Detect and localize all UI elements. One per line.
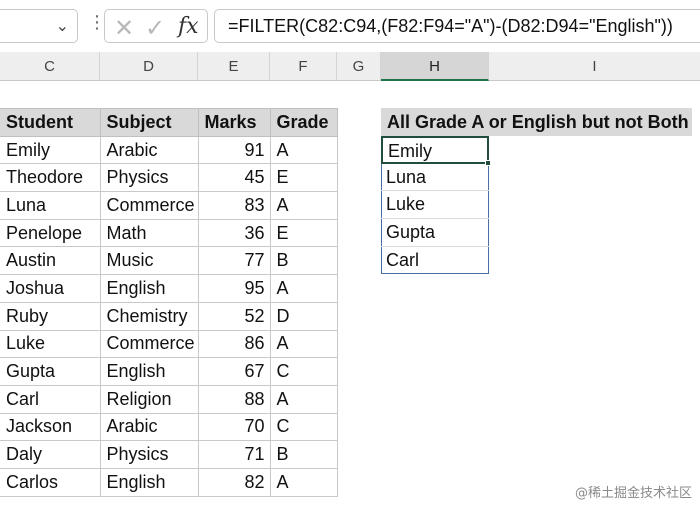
cell-grade[interactable]: E <box>269 218 338 248</box>
column-header-f[interactable]: F <box>270 52 337 81</box>
cell-subject[interactable]: Physics <box>99 440 199 469</box>
cell-marks[interactable]: 71 <box>197 440 271 469</box>
header-grade[interactable]: Grade <box>269 108 338 137</box>
cell-student[interactable]: Emily <box>0 135 101 165</box>
cell-subject[interactable]: Arabic <box>99 412 199 442</box>
column-header-d[interactable]: D <box>100 52 198 81</box>
cell-student[interactable]: Luke <box>0 329 101 359</box>
table-row: Luna Commerce 83 A <box>0 191 338 220</box>
chevron-down-icon[interactable]: ⌄ <box>56 16 69 35</box>
formula-buttons: ✕ ✓ fx <box>104 9 208 43</box>
insert-function-icon[interactable]: fx <box>178 14 199 39</box>
cell-subject[interactable]: Math <box>99 218 199 248</box>
cell-grade[interactable]: C <box>269 412 338 442</box>
cell-student[interactable]: Carlos <box>0 467 101 497</box>
result-header[interactable]: All Grade A or English but not Both <box>381 108 692 136</box>
cell-student[interactable]: Theodore <box>0 163 101 193</box>
cell-marks[interactable]: 82 <box>197 467 271 497</box>
header-student[interactable]: Student <box>0 108 101 137</box>
table-row: Daly Physics 71 B <box>0 440 338 469</box>
column-header-e[interactable]: E <box>198 52 270 81</box>
fill-handle[interactable] <box>485 160 491 166</box>
cell-student[interactable]: Jackson <box>0 412 101 442</box>
cell-student[interactable]: Carl <box>0 384 101 414</box>
cell-marks[interactable]: 83 <box>197 191 271 220</box>
name-box[interactable]: ⌄ <box>0 9 78 43</box>
table-header-row: Student Subject Marks Grade <box>0 108 338 137</box>
cell-grade[interactable]: B <box>269 440 338 469</box>
cell-grade[interactable]: A <box>269 274 338 303</box>
cell-grade[interactable]: A <box>269 329 338 359</box>
cell-grade[interactable]: B <box>269 246 338 276</box>
column-header-i[interactable]: I <box>489 52 700 81</box>
cell-marks[interactable]: 77 <box>197 246 271 276</box>
table-row: Luke Commerce 86 A <box>0 329 338 359</box>
table-row: Carlos English 82 A <box>0 467 338 497</box>
cell-subject[interactable]: Chemistry <box>99 301 199 331</box>
cell-grade[interactable]: A <box>269 384 338 414</box>
formula-input[interactable]: =FILTER(C82:C94,(F82:F94="A")-(D82:D94="… <box>214 9 700 43</box>
cell-marks[interactable]: 67 <box>197 357 271 386</box>
result-cell[interactable]: Luke <box>381 191 489 220</box>
table-row: Gupta English 67 C <box>0 357 338 386</box>
cell-grade[interactable]: A <box>269 191 338 220</box>
result-cell-active[interactable]: Emily <box>381 136 489 164</box>
cell-grade[interactable]: C <box>269 357 338 386</box>
table-row: Penelope Math 36 E <box>0 218 338 248</box>
cell-student[interactable]: Joshua <box>0 274 101 303</box>
table-row: Theodore Physics 45 E <box>0 163 338 193</box>
table-row: Jackson Arabic 70 C <box>0 412 338 442</box>
cell-grade[interactable]: E <box>269 163 338 193</box>
header-subject[interactable]: Subject <box>99 108 199 137</box>
result-cell[interactable]: Carl <box>381 247 489 275</box>
cell-student[interactable]: Austin <box>0 246 101 276</box>
cell-subject[interactable]: Commerce <box>99 329 199 359</box>
cell-student[interactable]: Daly <box>0 440 101 469</box>
cell-grade[interactable]: D <box>269 301 338 331</box>
table-row: Carl Religion 88 A <box>0 384 338 414</box>
cell-grade[interactable]: A <box>269 135 338 165</box>
table-row: Austin Music 77 B <box>0 246 338 276</box>
header-marks[interactable]: Marks <box>197 108 271 137</box>
cell-student[interactable]: Luna <box>0 191 101 220</box>
column-header-g[interactable]: G <box>337 52 381 81</box>
cell-subject[interactable]: Commerce <box>99 191 199 220</box>
cell-subject[interactable]: Religion <box>99 384 199 414</box>
result-cell[interactable]: Luna <box>381 164 489 192</box>
cell-subject[interactable]: Physics <box>99 163 199 193</box>
cell-subject[interactable]: Arabic <box>99 135 199 165</box>
cell-marks[interactable]: 52 <box>197 301 271 331</box>
student-table: Student Subject Marks Grade Emily Arabic 9… <box>0 108 338 497</box>
cell-marks[interactable]: 70 <box>197 412 271 442</box>
cell-marks[interactable]: 95 <box>197 274 271 303</box>
cell-student[interactable]: Gupta <box>0 357 101 386</box>
cell-student[interactable]: Ruby <box>0 301 101 331</box>
cell-marks[interactable]: 45 <box>197 163 271 193</box>
cell-student[interactable]: Penelope <box>0 218 101 248</box>
cancel-icon[interactable]: ✕ <box>114 14 134 42</box>
cell-marks[interactable]: 86 <box>197 329 271 359</box>
cell-subject[interactable]: Music <box>99 246 199 276</box>
formula-bar-area: ⌄ ⋮ ✕ ✓ fx =FILTER(C82:C94,(F82:F94="A")… <box>0 0 700 52</box>
result-cell[interactable]: Gupta <box>381 219 489 247</box>
column-header-h[interactable]: H <box>381 52 489 81</box>
table-row: Joshua English 95 A <box>0 274 338 303</box>
table-row: Emily Arabic 91 A <box>0 135 338 165</box>
cell-subject[interactable]: English <box>99 357 199 386</box>
cell-marks[interactable]: 91 <box>197 135 271 165</box>
cell-marks[interactable]: 88 <box>197 384 271 414</box>
cell-marks[interactable]: 36 <box>197 218 271 248</box>
watermark: @稀土掘金技术社区 <box>574 486 692 501</box>
column-header-c[interactable]: C <box>0 52 100 81</box>
cell-grade[interactable]: A <box>269 467 338 497</box>
cell-subject[interactable]: English <box>99 274 199 303</box>
confirm-icon[interactable]: ✓ <box>145 14 165 42</box>
table-row: Ruby Chemistry 52 D <box>0 301 338 331</box>
cell-subject[interactable]: English <box>99 467 199 497</box>
